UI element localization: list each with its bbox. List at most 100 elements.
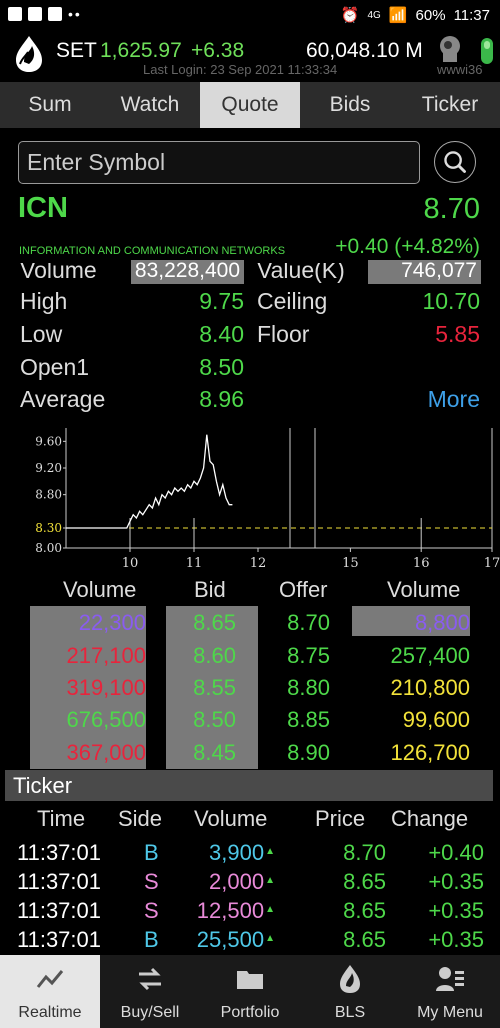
offer-volume-cell[interactable]: 8,800 bbox=[415, 610, 470, 636]
nav-my-menu[interactable]: My Menu bbox=[400, 955, 500, 1028]
chart-x-tick-label: 15 bbox=[342, 556, 359, 571]
ticker-time-header: Time bbox=[37, 806, 86, 831]
symbol-code: ICN bbox=[18, 192, 68, 224]
symbol-change: +0.40 (+4.82%) bbox=[335, 235, 480, 258]
tab-watch[interactable]: Watch bbox=[100, 82, 200, 128]
ticker-price: 8.65 bbox=[343, 898, 386, 923]
bid-volume-cell[interactable]: 319,100 bbox=[66, 675, 146, 701]
high-label: High bbox=[20, 288, 68, 314]
bid-header: Bid bbox=[194, 577, 226, 602]
chart-y-labels: 9.60 9.20 8.80 8.30 8.00 bbox=[35, 434, 62, 555]
user-menu-icon bbox=[436, 967, 464, 991]
nav-realtime[interactable]: Realtime bbox=[0, 955, 100, 1028]
ticker-change: +0.35 bbox=[428, 927, 484, 952]
bid-price-cell[interactable]: 8.50 bbox=[193, 707, 236, 733]
offer-volume-cell[interactable]: 99,600 bbox=[403, 707, 470, 733]
ticker-price: 8.65 bbox=[343, 927, 386, 952]
up-arrow-icon: ▲ bbox=[265, 933, 275, 944]
high-value: 9.75 bbox=[199, 288, 244, 314]
ticker-volume: 2,000▲ bbox=[209, 869, 275, 894]
tab-quote[interactable]: Quote bbox=[200, 82, 300, 128]
up-arrow-icon: ▲ bbox=[265, 846, 275, 857]
folder-icon bbox=[237, 971, 263, 989]
message-icon bbox=[28, 7, 42, 21]
symbol-price: 8.70 bbox=[423, 193, 480, 225]
bls-logo-icon[interactable] bbox=[12, 34, 46, 74]
nav-label: Portfolio bbox=[220, 1004, 280, 1021]
chart-x-labels: 10 11 12 15 16 17 bbox=[122, 556, 500, 571]
chart-y-tick-label: 8.30 bbox=[35, 521, 62, 535]
open-value: 8.50 bbox=[199, 354, 244, 380]
offer-volume-cell[interactable]: 210,800 bbox=[390, 675, 470, 701]
bid-volume-header: Volume bbox=[63, 577, 137, 602]
symbol-search-box bbox=[18, 141, 420, 184]
offer-price-cell[interactable]: 8.75 bbox=[287, 643, 330, 669]
chart-x-tick-label: 17 bbox=[484, 556, 500, 571]
average-value: 8.96 bbox=[199, 386, 244, 412]
notification-icon bbox=[8, 7, 22, 21]
chart-x-tick-label: 12 bbox=[250, 556, 267, 571]
network-type: 4G bbox=[367, 9, 381, 21]
battery-level: 60% bbox=[415, 6, 446, 24]
offer-volume-cell[interactable]: 126,700 bbox=[390, 740, 470, 766]
tab-ticker[interactable]: Ticker bbox=[400, 82, 500, 128]
ticker-volume: 12,500▲ bbox=[196, 898, 275, 923]
market-volume: 60,048.10 M bbox=[306, 39, 423, 62]
ticker-change-header: Change bbox=[391, 806, 469, 831]
offer-volume-cell[interactable]: 257,400 bbox=[390, 643, 470, 669]
tab-sum[interactable]: Sum bbox=[0, 82, 100, 128]
symbol-search-input[interactable] bbox=[19, 142, 419, 183]
search-icon[interactable] bbox=[434, 141, 476, 183]
nav-label: Realtime bbox=[18, 1004, 82, 1021]
ticker-side: B bbox=[144, 840, 159, 865]
pulse-chart-icon bbox=[36, 970, 64, 988]
ceiling-label: Ceiling bbox=[257, 288, 328, 314]
chart-price-line bbox=[66, 434, 233, 529]
low-label: Low bbox=[20, 321, 63, 347]
more-link[interactable]: More bbox=[428, 386, 480, 413]
nav-label: Buy/Sell bbox=[120, 1004, 180, 1021]
chart-x-tick-label: 11 bbox=[186, 556, 203, 571]
floor-label: Floor bbox=[257, 321, 310, 347]
ticker-time: 11:37:01 bbox=[17, 898, 102, 923]
bid-price-cell[interactable]: 8.65 bbox=[193, 610, 236, 636]
chart-x-tick-label: 16 bbox=[413, 556, 430, 571]
offer-price-cell[interactable]: 8.70 bbox=[287, 610, 330, 636]
ticker-time: 11:37:01 bbox=[17, 869, 102, 894]
tab-bids[interactable]: Bids bbox=[300, 82, 400, 128]
open-label: Open1 bbox=[20, 354, 90, 380]
ticker-side: S bbox=[144, 869, 159, 894]
index-name: SET bbox=[56, 39, 97, 62]
offer-header: Offer bbox=[279, 577, 328, 602]
bid-volume-cell[interactable]: 676,500 bbox=[66, 707, 146, 733]
chart-y-tick-label: 9.60 bbox=[35, 434, 62, 448]
ticker-volume: 25,500▲ bbox=[196, 927, 275, 952]
bid-price-cell[interactable]: 8.45 bbox=[193, 740, 236, 766]
main-tabs: Sum Watch Quote Bids Ticker bbox=[0, 82, 500, 128]
price-line bbox=[66, 434, 233, 529]
offer-price-cell[interactable]: 8.80 bbox=[287, 675, 330, 701]
swap-arrows-icon bbox=[139, 967, 161, 991]
user-avatar-icon[interactable] bbox=[436, 34, 466, 64]
bid-volume-cell[interactable]: 22,300 bbox=[79, 610, 146, 636]
bid-price-cell[interactable]: 8.55 bbox=[193, 675, 236, 701]
nav-buy-sell[interactable]: Buy/Sell bbox=[100, 955, 200, 1028]
nav-bls[interactable]: BLS bbox=[300, 955, 400, 1028]
bid-volume-cell[interactable]: 367,000 bbox=[66, 740, 146, 766]
ticker-time: 11:37:01 bbox=[17, 927, 102, 952]
ticker-side: B bbox=[144, 927, 159, 952]
chart-x-tick-label: 10 bbox=[122, 556, 139, 571]
signal-icon: 📶 bbox=[388, 7, 408, 24]
offer-price-cell[interactable]: 8.90 bbox=[287, 740, 330, 766]
ticker-change: +0.35 bbox=[428, 869, 484, 894]
ticker-change: +0.40 bbox=[428, 840, 484, 865]
bid-volume-cell[interactable]: 217,100 bbox=[66, 643, 146, 669]
offer-price-cell[interactable]: 8.85 bbox=[287, 707, 330, 733]
floor-value: 5.85 bbox=[435, 321, 480, 347]
value-value: 746,077 bbox=[368, 260, 481, 284]
nav-label: My Menu bbox=[417, 1004, 483, 1021]
chart-y-tick-label: 9.20 bbox=[35, 461, 62, 475]
nav-portfolio[interactable]: Portfolio bbox=[200, 955, 300, 1028]
value-label: Value(K) bbox=[257, 257, 345, 283]
bid-price-cell[interactable]: 8.60 bbox=[193, 643, 236, 669]
